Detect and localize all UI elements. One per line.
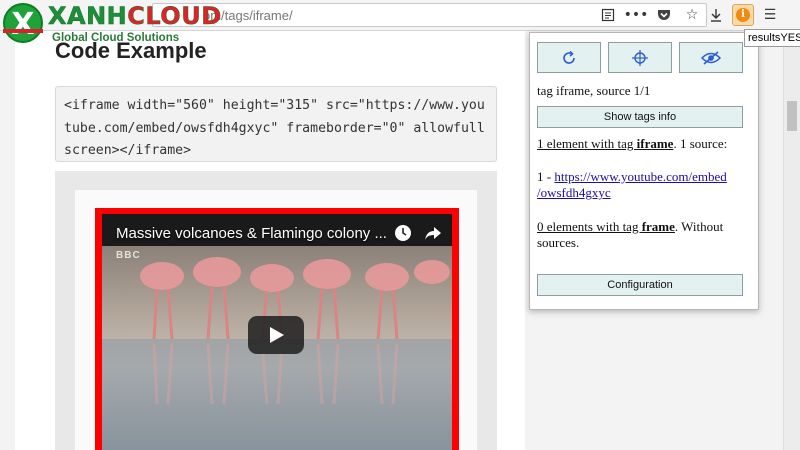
extension-popup: tag iframe, source 1/1 Show tags info 1 … — [529, 32, 759, 310]
logo-subtitle: Global Cloud Solutions — [52, 32, 180, 44]
extension-tooltip: resultsYES — [744, 29, 800, 47]
source-url-link[interactable]: https://www.youtube.com/embed — [554, 169, 726, 184]
page-scrollbar[interactable] — [783, 31, 800, 450]
reader-view-icon[interactable] — [600, 7, 616, 23]
info-icon: i — [736, 8, 750, 22]
demo-container: Massive volcanoes & Flamingo colony ... … — [55, 171, 497, 450]
bookmark-star-icon[interactable]: ☆ — [684, 7, 700, 23]
more-options-icon[interactable]: ••• — [624, 7, 649, 23]
logo-mark: X — [3, 3, 43, 43]
download-icon[interactable] — [708, 7, 724, 23]
frame-count-link[interactable]: 0 elements with tag frame — [537, 219, 675, 234]
demo-frame: Massive volcanoes & Flamingo colony ... … — [75, 190, 477, 450]
extension-info-button[interactable]: i — [732, 4, 754, 26]
address-bar[interactable]: om/tags/iframe/ ••• ☆ — [152, 3, 707, 27]
site-logo: X XANHCLOUD Global Cloud Solutions — [0, 0, 221, 48]
scrollbar-thumb[interactable] — [787, 101, 797, 131]
watch-later-icon[interactable] — [394, 224, 412, 242]
share-icon[interactable] — [424, 224, 442, 242]
popup-status: tag iframe, source 1/1 — [537, 83, 651, 98]
content-column: Code Example <iframe width="560" height=… — [15, 31, 525, 450]
logo-wordmark: XANHCLOUD — [48, 2, 222, 31]
frame-summary: 0 elements with tag frame. Without sourc… — [537, 219, 724, 250]
eye-off-icon — [701, 50, 721, 65]
source-entry: 1 - https://www.youtube.com/embed /owsfd… — [537, 169, 727, 200]
pocket-icon[interactable] — [656, 7, 672, 23]
crosshair-icon — [632, 49, 648, 66]
hide-button[interactable] — [679, 42, 743, 73]
code-block: <iframe width="560" height="315" src="ht… — [55, 86, 497, 162]
configuration-button[interactable]: Configuration — [537, 274, 743, 296]
iframe-summary: 1 element with tag iframe. 1 source: — [537, 136, 728, 151]
show-tags-info-button[interactable]: Show tags info — [537, 106, 743, 128]
refresh-icon — [563, 50, 575, 64]
play-button[interactable] — [248, 316, 304, 354]
source-url-link-cont[interactable]: /owsfdh4gxyc — [537, 185, 611, 200]
iframe-count-link[interactable]: 1 element with tag iframe — [537, 136, 673, 151]
video-title[interactable]: Massive volcanoes & Flamingo colony ... — [116, 225, 387, 242]
refresh-button[interactable] — [537, 42, 601, 73]
embedded-video[interactable]: Massive volcanoes & Flamingo colony ... … — [95, 208, 459, 450]
hamburger-menu-icon[interactable]: ☰ — [762, 7, 778, 23]
video-watermark: BBC — [116, 250, 141, 261]
video-player[interactable]: Massive volcanoes & Flamingo colony ... … — [102, 214, 452, 450]
locate-element-button[interactable] — [608, 42, 672, 73]
